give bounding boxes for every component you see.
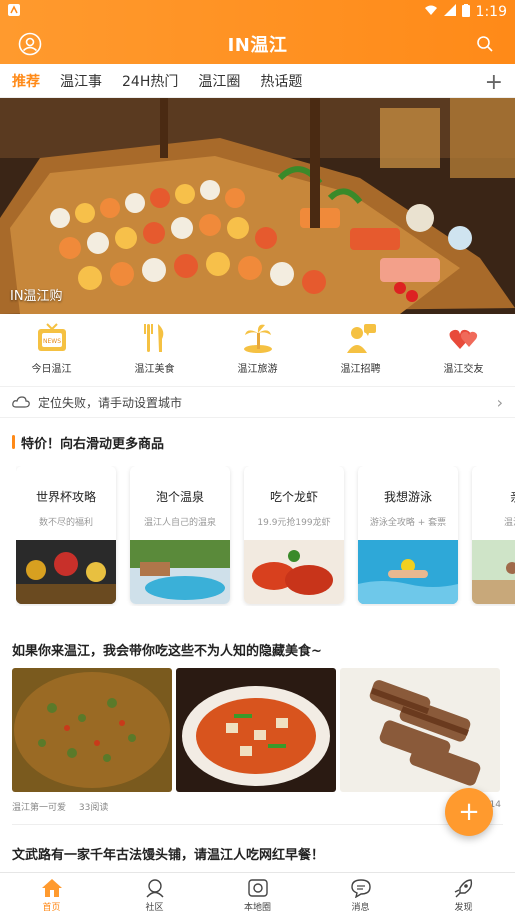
deal-card-hotspring[interactable]: 泡个温泉 温江人自己的温泉: [130, 466, 230, 604]
plus-icon: +: [458, 797, 480, 827]
card-title: 吃个龙虾: [269, 490, 318, 504]
category-jobs[interactable]: 温江招聘: [326, 318, 396, 375]
category-label: 温江美食: [134, 364, 175, 375]
card-subtitle: 温江人自己的温泉: [143, 518, 216, 528]
nav-messages[interactable]: 消息: [309, 873, 412, 916]
tab-wenjiang-circle[interactable]: 温江圈: [198, 71, 240, 91]
status-time: 1:19: [475, 4, 507, 20]
tv-news-icon: NEWS: [32, 318, 72, 358]
article-image: [340, 668, 500, 792]
tab-bar: 推荐 温江事 24H热门 温江圈 热话题 +: [0, 64, 515, 98]
tab-24h-hot[interactable]: 24H热门: [122, 71, 178, 91]
deal-cards: 世界杯攻略 数不尽的福利 泡个温泉 温江人自己的温泉 吃个龙虾 19.9元抢19…: [16, 466, 515, 606]
card-subtitle: 19.9元抢199龙虾: [257, 518, 331, 528]
card-image: [472, 540, 515, 604]
article-title[interactable]: 文武路有一家千年古法馒头铺，请温江人吃网红早餐！: [12, 844, 502, 863]
nav-home[interactable]: 首页: [0, 873, 103, 916]
tab-hot-topics[interactable]: 热话题: [260, 71, 302, 91]
category-food[interactable]: 温江美食: [120, 318, 190, 375]
chat-bubble-icon: [350, 877, 372, 899]
header: 1:19 IN温江: [0, 0, 515, 64]
card-image: [244, 540, 344, 604]
card-image: [16, 540, 116, 604]
article-reads: 33阅读: [78, 803, 109, 813]
deal-card-swimming[interactable]: 我想游泳 游泳全攻略 + 套票: [358, 466, 458, 604]
location-text: 定位失败，请手动设置城市: [38, 395, 183, 410]
wifi-icon: [424, 4, 438, 20]
category-today-wenjiang[interactable]: NEWS 今日温江: [17, 318, 87, 375]
status-bar: 1:19: [0, 0, 515, 24]
bottom-nav: 首页 社区 本地圈 消息 发现: [0, 872, 515, 916]
community-icon: [144, 877, 166, 899]
rocket-icon: [453, 877, 475, 899]
card-subtitle: 数不尽的福利: [38, 518, 93, 528]
card-image: [358, 540, 458, 604]
home-icon: [41, 877, 63, 899]
local-circle-icon: [247, 877, 269, 899]
sushi-boat-image: [0, 98, 515, 314]
search-button[interactable]: [471, 30, 499, 58]
banner-caption: IN温江购: [10, 289, 63, 304]
page-title: IN温江: [227, 35, 288, 56]
category-dating[interactable]: 温江交友: [429, 318, 499, 375]
signal-icon: [443, 4, 456, 20]
location-bar[interactable]: 定位失败，请手动设置城市 ›: [0, 386, 515, 418]
nav-label: 社区: [145, 902, 164, 913]
card-subtitle: 游泳全攻略 + 套票: [369, 518, 447, 528]
section-accent-bar: [12, 435, 15, 449]
tab-wenjiang-news[interactable]: 温江事: [60, 71, 102, 91]
nav-discover[interactable]: 发现: [412, 873, 515, 916]
deal-card-crayfish[interactable]: 吃个龙虾 19.9元抢199龙虾: [244, 466, 344, 604]
category-label: 温江招聘: [340, 364, 381, 375]
article-author: 温江第一可爱: [12, 803, 67, 813]
divider: [12, 824, 503, 825]
nav-label: 消息: [351, 902, 370, 913]
article-images[interactable]: [12, 668, 502, 792]
svg-text:NEWS: NEWS: [42, 338, 60, 345]
create-post-button[interactable]: +: [445, 788, 493, 836]
palm-island-icon: [238, 318, 278, 358]
article-image: [12, 668, 172, 792]
nav-community[interactable]: 社区: [103, 873, 206, 916]
category-travel[interactable]: 温江旅游: [223, 318, 293, 375]
cloud-icon: [12, 393, 30, 412]
category-label: 今日温江: [31, 364, 72, 375]
deal-card-worldcup[interactable]: 世界杯攻略 数不尽的福利: [16, 466, 116, 604]
search-icon: [477, 36, 493, 52]
hearts-icon: [444, 318, 484, 358]
nav-label: 本地圈: [243, 902, 271, 913]
battery-icon: [461, 3, 470, 21]
tab-recommend[interactable]: 推荐: [12, 71, 40, 91]
add-tab-icon[interactable]: +: [485, 70, 503, 95]
nav-local-circle[interactable]: 本地圈: [206, 873, 309, 916]
section-header: 特价！向右滑动更多商品: [12, 432, 164, 452]
profile-button[interactable]: [16, 30, 44, 58]
card-title: 亲子: [472, 488, 515, 505]
nav-label: 发现: [454, 902, 473, 913]
section-title: 特价！向右滑动更多商品: [21, 436, 165, 452]
category-grid: NEWS 今日温江 温江美食 温江旅游 温江招聘 温江交友: [0, 318, 515, 382]
deal-card-family[interactable]: 亲子 温江首处: [472, 466, 515, 604]
user-icon: [18, 32, 42, 56]
fork-knife-icon: [135, 318, 175, 358]
job-person-icon: [341, 318, 381, 358]
article-image: [176, 668, 336, 792]
category-label: 温江旅游: [237, 364, 278, 375]
banner-carousel[interactable]: IN温江购: [0, 98, 515, 314]
article-title[interactable]: 如果你来温江，我会带你吃这些不为人知的隐藏美食~: [12, 640, 502, 659]
card-subtitle: 温江首处: [503, 518, 515, 528]
card-image: [130, 540, 230, 604]
chevron-right-icon: ›: [496, 392, 503, 412]
article-meta: 温江第一可爱 33阅读: [12, 800, 118, 813]
card-title: 我想游泳: [383, 490, 432, 504]
card-title: 世界杯攻略: [35, 490, 96, 504]
app-bar: IN温江: [0, 24, 515, 64]
app-notification-icon: [8, 4, 20, 20]
card-title: 泡个温泉: [155, 490, 204, 504]
category-label: 温江交友: [443, 364, 484, 375]
nav-label: 首页: [42, 902, 61, 913]
